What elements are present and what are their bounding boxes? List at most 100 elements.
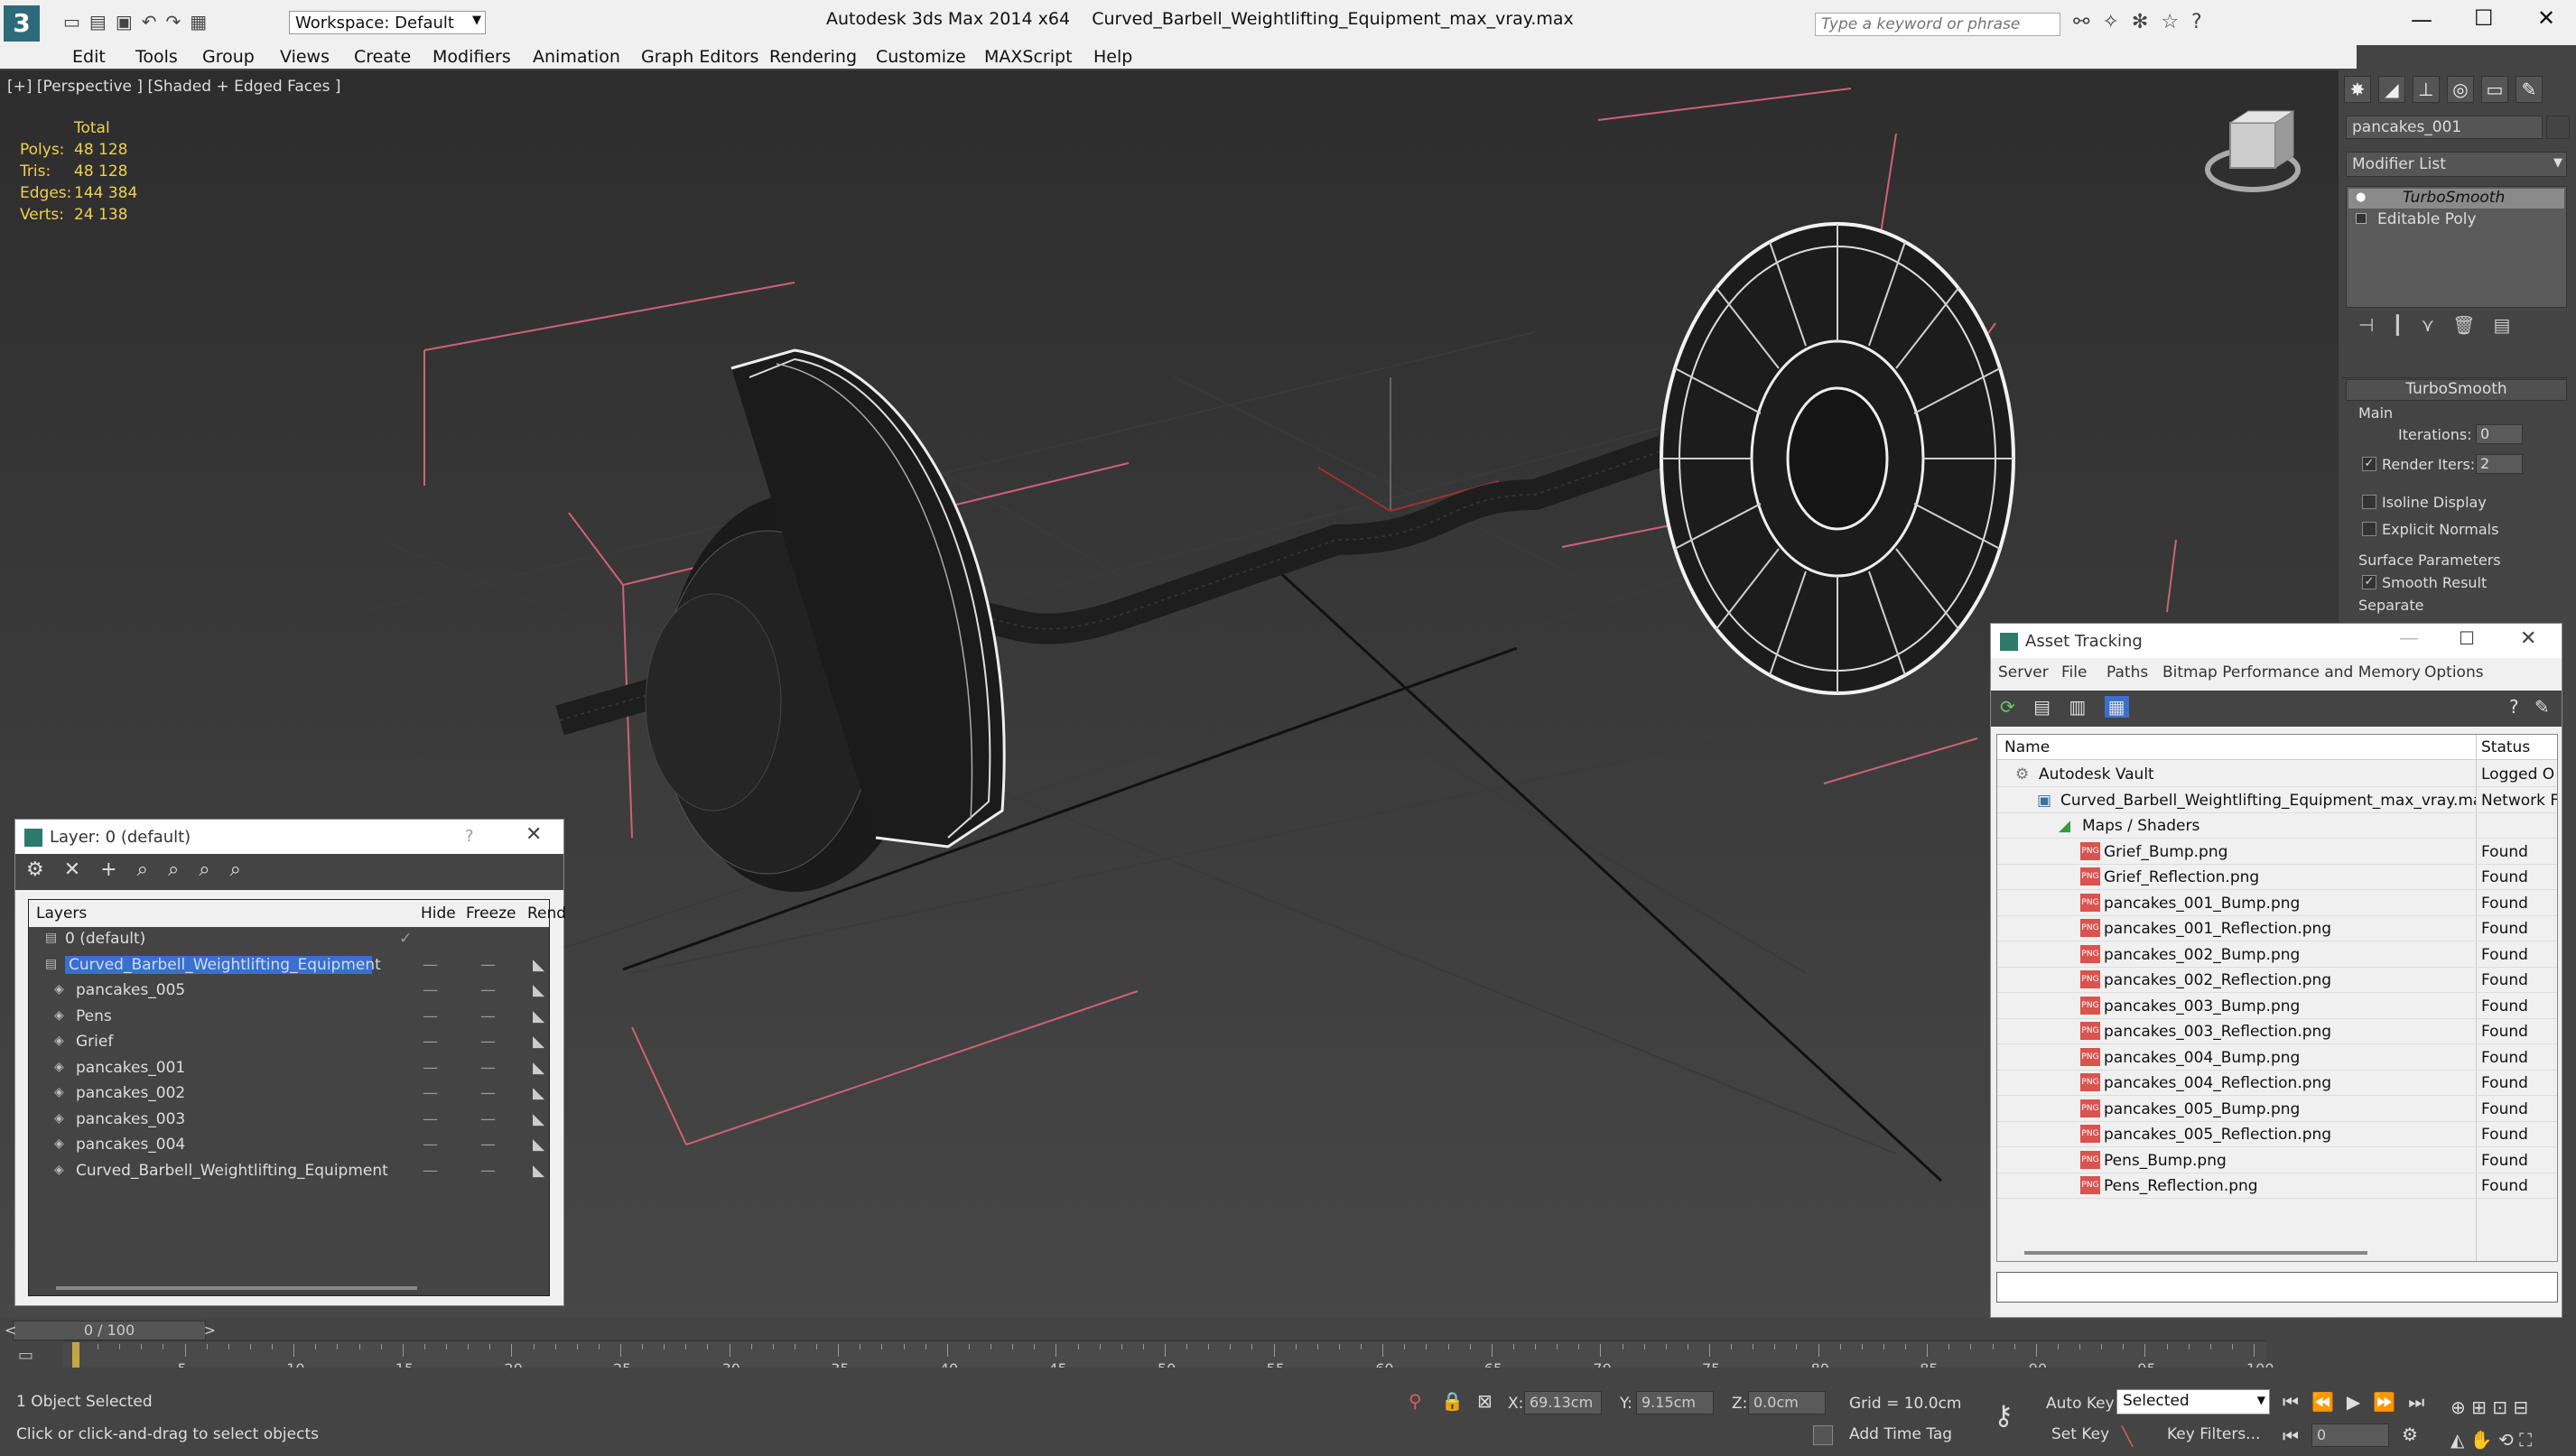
iterations-spinner[interactable]: 0 — [2476, 424, 2523, 444]
field-of-view-icon[interactable]: ◭ — [2450, 1429, 2464, 1451]
asset-row[interactable]: PNG Pens_Bump.png Found — [1997, 1148, 2557, 1173]
layer-row[interactable]: ◈ Grief — — ◣ — [29, 1030, 551, 1055]
binoculars-icon[interactable]: ⚯ — [2073, 11, 2102, 33]
hide-toggle[interactable]: — — [423, 1033, 438, 1051]
previous-frame-icon[interactable]: ⏪ — [2311, 1391, 2347, 1413]
orbit-icon[interactable]: ⟲ — [2498, 1429, 2514, 1451]
stack-item-editable-poly[interactable]: Editable Poly — [2348, 210, 2564, 230]
remove-modifier-icon[interactable]: 🗑 — [2452, 314, 2493, 336]
asset-menu-options[interactable]: Options — [2424, 663, 2484, 682]
time-slider[interactable]: < 0 / 100 > — [5, 1321, 216, 1340]
menu-create[interactable]: Create — [354, 47, 411, 67]
asset-row[interactable]: PNG pancakes_001_Reflection.png Found — [1997, 916, 2557, 941]
freeze-toggle[interactable]: — — [480, 1059, 496, 1077]
save-file-icon[interactable]: ▣ — [116, 11, 142, 32]
hide-toggle[interactable]: — — [423, 1007, 438, 1025]
explicit-normals-checkbox[interactable] — [2362, 522, 2376, 536]
make-unique-icon[interactable]: ⋎ — [2421, 314, 2452, 336]
menu-tools[interactable]: Tools — [135, 47, 178, 67]
menu-customize[interactable]: Customize — [876, 47, 966, 67]
render-iters-checkbox[interactable]: ✓ — [2362, 457, 2376, 471]
layer-row[interactable]: ◈ Pens — — ◣ — [29, 1005, 551, 1030]
app-logo-icon[interactable]: 3 — [4, 5, 40, 42]
time-config-icon[interactable]: ⚙ — [2402, 1424, 2418, 1445]
layer-row[interactable]: ◈ pancakes_002 — — ◣ — [29, 1081, 551, 1107]
col-hide[interactable]: Hide — [421, 904, 456, 923]
new-file-icon[interactable]: ▭ — [63, 11, 89, 32]
display-tab-icon[interactable]: ▭ — [2481, 76, 2508, 103]
help-icon[interactable]: ? — [2191, 11, 2215, 33]
layer-close-button[interactable]: ✕ — [525, 823, 542, 846]
freeze-toggle[interactable]: — — [480, 1162, 496, 1180]
menu-group[interactable]: Group — [202, 47, 255, 67]
asset-row[interactable]: ⚙ Autodesk Vault Logged O — [1997, 762, 2557, 787]
play-icon[interactable]: ▶ — [2347, 1391, 2373, 1413]
key-mode-toggle-icon[interactable]: ⏮ — [2283, 1425, 2299, 1447]
freeze-toggle[interactable]: — — [480, 1136, 496, 1154]
layer-row[interactable]: ◈ pancakes_005 — — ◣ — [29, 978, 551, 1004]
menu-maxscript[interactable]: MAXScript — [984, 47, 1073, 67]
layer-scrollbar[interactable] — [56, 1286, 417, 1290]
timeline[interactable]: < 0 / 100 > ▭ 51015202530354045505560657… — [0, 1319, 2576, 1377]
zoom-extents-icon[interactable]: ⊡ — [2492, 1396, 2507, 1418]
render-teapot-icon[interactable]: ◣ — [533, 956, 544, 974]
asset-row[interactable]: PNG pancakes_003_Reflection.png Found — [1997, 1019, 2557, 1044]
col-name[interactable]: Name — [2004, 738, 2050, 756]
hide-all-icon[interactable]: ⌕ — [199, 858, 229, 881]
zoom-icon[interactable]: ⊕ — [2450, 1396, 2466, 1418]
minimize-button[interactable]: — — [2411, 7, 2432, 32]
layer-settings-icon[interactable]: ⚙ — [26, 858, 64, 881]
open-file-icon[interactable]: ▤ — [89, 11, 116, 32]
object-color-swatch[interactable] — [2546, 116, 2570, 139]
layer-help-button[interactable]: ? — [465, 827, 474, 846]
asset-row[interactable]: PNG pancakes_005_Reflection.png Found — [1997, 1122, 2557, 1147]
render-teapot-icon[interactable]: ◣ — [533, 1059, 544, 1077]
hide-toggle[interactable]: — — [423, 1059, 438, 1077]
search-box[interactable] — [1815, 13, 2060, 36]
hide-toggle[interactable]: — — [423, 981, 438, 999]
asset-close-button[interactable]: ✕ — [2520, 627, 2536, 650]
asset-maximize-button[interactable]: ☐ — [2459, 627, 2475, 649]
add-layer-icon[interactable]: + — [100, 858, 136, 881]
x-coordinate-field[interactable]: 69.13cm — [1524, 1391, 1602, 1414]
asset-row[interactable]: PNG Grief_Bump.png Found — [1997, 839, 2557, 865]
asset-row[interactable]: PNG Pens_Reflection.png Found — [1997, 1173, 2557, 1199]
layer-row[interactable]: ▤ 0 (default) ✓ — [29, 927, 551, 952]
render-teapot-icon[interactable]: ◣ — [533, 1033, 544, 1051]
current-frame-field[interactable]: 0 — [2311, 1424, 2389, 1447]
hierarchy-tab-icon[interactable]: ⊥ — [2413, 76, 2440, 103]
zoom-extents-all-icon[interactable]: ⊟ — [2513, 1396, 2528, 1418]
freeze-toggle[interactable]: — — [480, 1007, 496, 1025]
hide-toggle[interactable]: — — [423, 1084, 438, 1102]
add-time-tag[interactable]: Add Time Tag — [1849, 1425, 1952, 1443]
maximize-button[interactable]: ☐ — [2474, 5, 2494, 31]
asset-row[interactable]: ◢ Maps / Shaders — [1997, 813, 2557, 839]
pan-icon[interactable]: ✋ — [2470, 1429, 2493, 1451]
next-frame-icon[interactable]: > — [204, 1322, 216, 1339]
col-layers[interactable]: Layers — [36, 904, 87, 923]
z-coordinate-field[interactable]: 0.0cm — [1748, 1391, 1826, 1414]
modify-tab-icon[interactable]: ◢ — [2378, 76, 2405, 103]
layer-row[interactable]: ▤ Curved_Barbell_Weightlifting_Equipment —… — [29, 953, 551, 978]
render-teapot-icon[interactable]: ◣ — [533, 981, 544, 999]
menu-edit[interactable]: Edit — [72, 47, 106, 67]
render-teapot-icon[interactable]: ◣ — [533, 1162, 544, 1180]
delete-layer-icon[interactable]: ✕ — [64, 858, 100, 881]
hide-toggle[interactable]: — — [423, 1110, 438, 1128]
freeze-toggle[interactable]: — — [480, 1110, 496, 1128]
prev-frame-icon[interactable]: < — [5, 1322, 16, 1339]
timeline-key-icon[interactable]: ▭ — [18, 1346, 33, 1365]
hide-toggle[interactable]: — — [423, 1162, 438, 1180]
col-render[interactable]: Rend — [527, 904, 566, 923]
asset-row[interactable]: PNG pancakes_004_Bump.png Found — [1997, 1045, 2557, 1071]
next-frame-icon[interactable]: ⏩ — [2373, 1391, 2408, 1413]
search-input[interactable] — [1816, 14, 2060, 35]
asset-window-titlebar[interactable]: Asset Tracking — ☐ ✕ — [1991, 624, 2562, 658]
pin-icon[interactable]: ✎ — [2534, 696, 2550, 718]
hide-toggle[interactable]: ✓ — [399, 930, 412, 948]
asset-row[interactable]: PNG pancakes_001_Bump.png Found — [1997, 891, 2557, 916]
stack-item-turbosmooth[interactable]: TurboSmooth — [2348, 189, 2564, 209]
absolute-mode-icon[interactable]: ⊠ — [1477, 1390, 1493, 1412]
asset-row[interactable]: PNG pancakes_005_Bump.png Found — [1997, 1097, 2557, 1122]
hide-toggle[interactable]: — — [423, 956, 438, 974]
